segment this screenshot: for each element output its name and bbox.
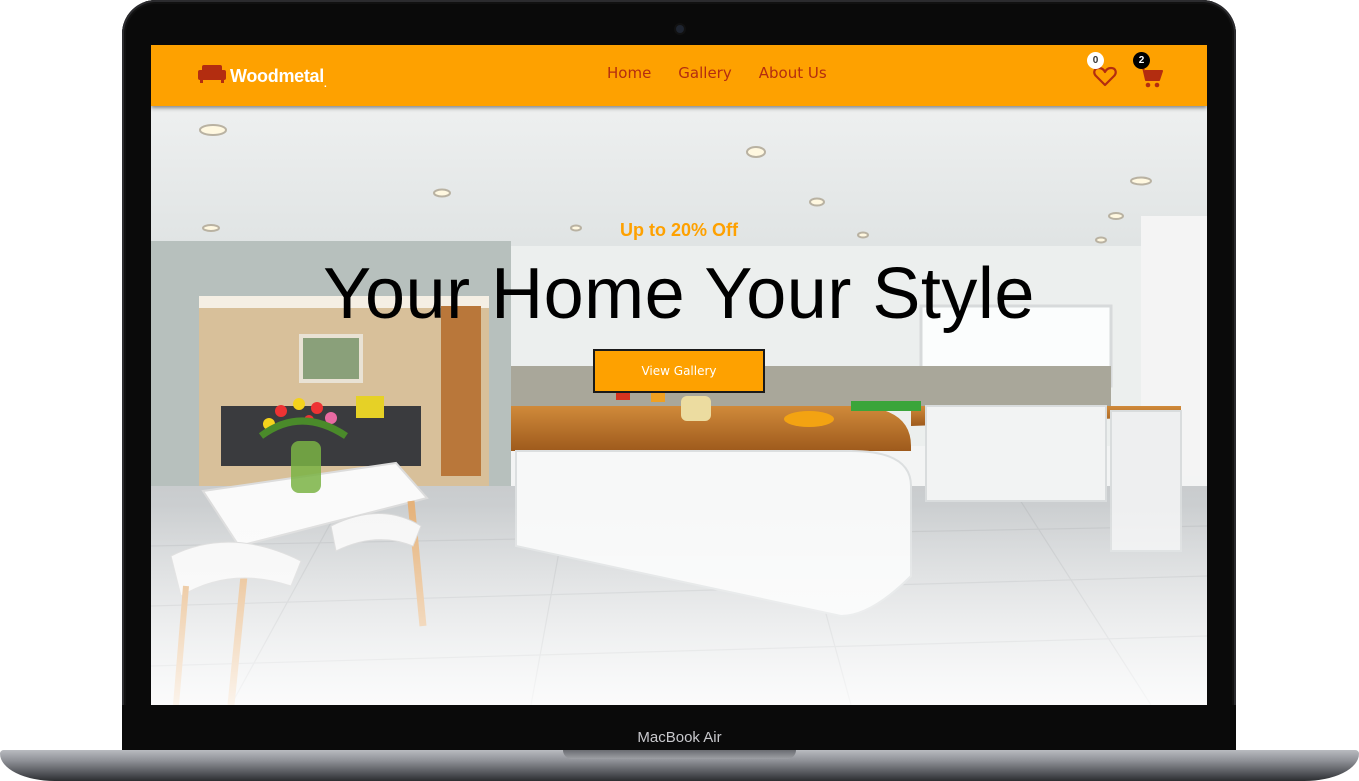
nav-home[interactable]: Home xyxy=(607,64,651,82)
nav-gallery[interactable]: Gallery xyxy=(678,64,731,82)
hero-fade-overlay xyxy=(151,505,1207,705)
wishlist-button[interactable]: 0 xyxy=(1087,52,1117,92)
hero-headline: Your Home Your Style xyxy=(323,254,1035,334)
nav-about-us[interactable]: About Us xyxy=(759,64,827,82)
screen: Woodmetal. Home Gallery About Us 0 2 Up … xyxy=(151,45,1207,705)
heart-icon xyxy=(1093,65,1117,92)
hero-section: Up to 20% Off Your Home Your Style View … xyxy=(151,106,1207,705)
brand-name: Woodmetal xyxy=(230,66,324,86)
cart-button[interactable]: 2 xyxy=(1133,52,1163,89)
cart-icon xyxy=(1138,65,1164,94)
camera-icon xyxy=(676,25,684,33)
device-model-label: MacBook Air xyxy=(637,729,722,746)
view-gallery-button[interactable]: View Gallery xyxy=(593,349,765,393)
wishlist-count-badge: 0 xyxy=(1087,52,1104,69)
main-nav: Home Gallery About Us xyxy=(607,64,827,82)
laptop-mockup: MacBook Air Woodmetal. Home Gallery Abou… xyxy=(0,0,1359,781)
brand-suffix: . xyxy=(323,79,327,90)
brand-logo[interactable]: Woodmetal. xyxy=(197,63,327,90)
hero-offer-text: Up to 20% Off xyxy=(619,220,738,240)
cart-count-badge: 2 xyxy=(1133,52,1150,69)
site-header: Woodmetal. Home Gallery About Us 0 2 xyxy=(151,45,1207,106)
sofa-icon xyxy=(197,63,227,90)
laptop-notch xyxy=(563,750,796,759)
